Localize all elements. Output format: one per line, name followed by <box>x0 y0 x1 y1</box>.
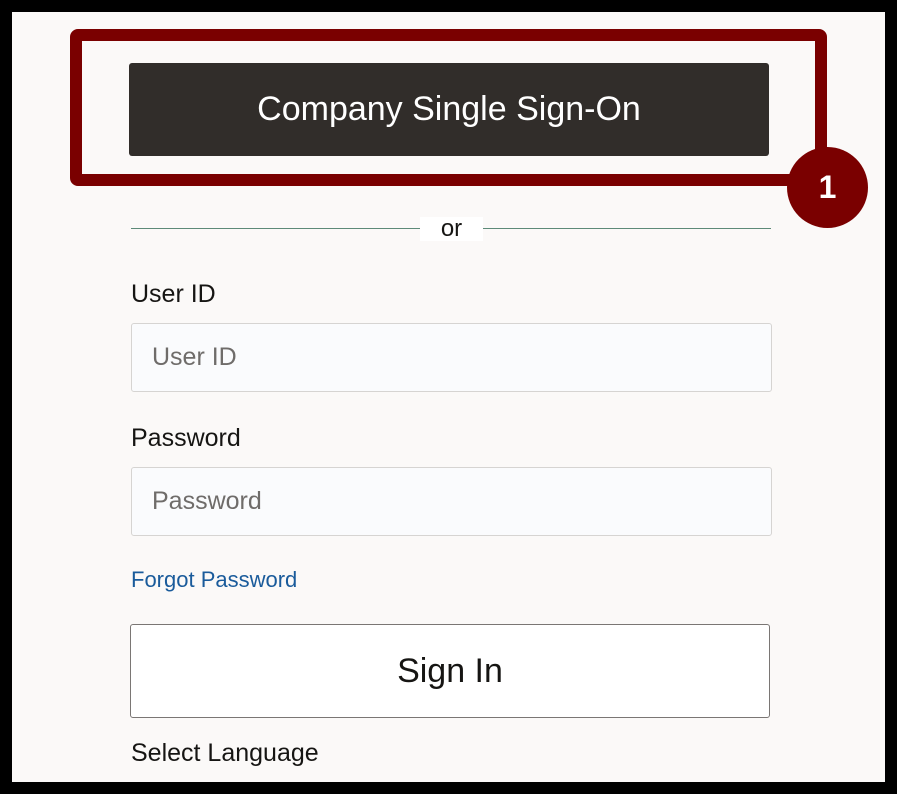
forgot-password-link[interactable]: Forgot Password <box>131 567 297 593</box>
sign-in-button[interactable]: Sign In <box>130 624 770 718</box>
divider-line-right <box>483 228 771 229</box>
login-panel: Company Single Sign-On or User ID Passwo… <box>12 12 885 782</box>
or-divider: or <box>131 217 771 241</box>
divider-text: or <box>420 217 483 241</box>
company-sso-button[interactable]: Company Single Sign-On <box>129 63 769 156</box>
select-language-label: Select Language <box>131 739 319 767</box>
user-id-label: User ID <box>131 280 216 308</box>
password-input[interactable] <box>131 467 772 536</box>
user-id-input[interactable] <box>131 323 772 392</box>
screenshot-frame: Company Single Sign-On or User ID Passwo… <box>0 0 897 794</box>
annotation-step-badge: 1 <box>787 147 868 228</box>
divider-line-left <box>131 228 420 229</box>
password-label: Password <box>131 424 241 452</box>
